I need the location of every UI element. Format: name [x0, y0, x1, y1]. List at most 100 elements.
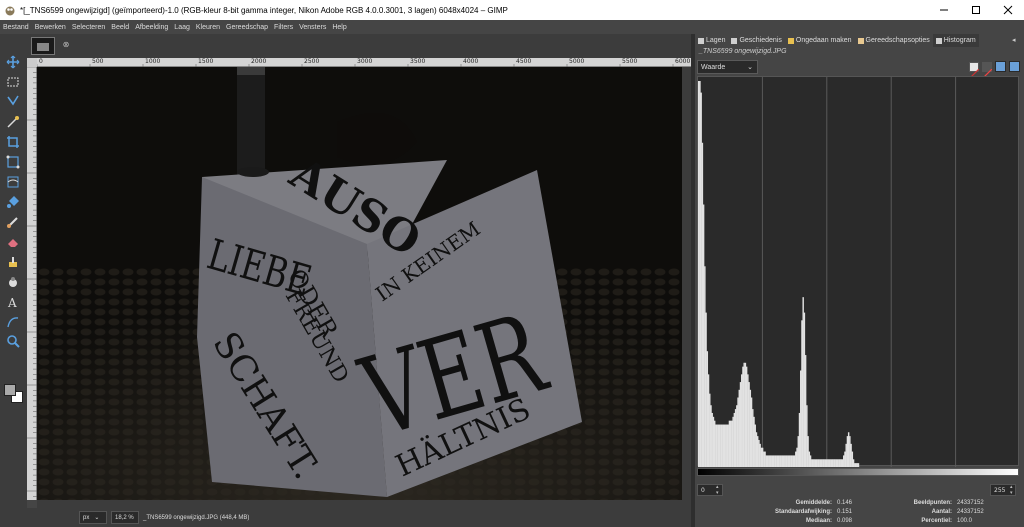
ruler-label: 4500: [516, 58, 532, 65]
minimize-button[interactable]: [928, 0, 960, 20]
histogram-bar: [709, 393, 711, 467]
gimp-window: *[_TNS6599 ongewijzigd] (geïmporteerd)-1…: [0, 0, 1024, 527]
histogram-bar: [839, 459, 841, 467]
menu-help[interactable]: Help: [332, 24, 346, 31]
zoom-icon[interactable]: [5, 333, 21, 349]
histogram-bar: [711, 412, 713, 467]
rect-select-icon[interactable]: [5, 74, 21, 90]
title-bar: *[_TNS6599 ongewijzigd] (geïmporteerd)-1…: [0, 0, 1024, 20]
histogram-bar: [759, 443, 761, 467]
histogram-bar: [782, 455, 785, 467]
tab-histogram[interactable]: Histogram: [932, 34, 979, 47]
value-gradient-bar: [697, 468, 1019, 476]
fuzzy-select-icon[interactable]: [5, 114, 21, 130]
tab-lagen[interactable]: Lagen: [695, 34, 728, 47]
move-tool-icon[interactable]: [5, 54, 21, 70]
menu-laag[interactable]: Laag: [174, 24, 190, 31]
histogram-bar: [774, 455, 776, 467]
foreground-color-swatch[interactable]: [4, 384, 16, 396]
menu-kleuren[interactable]: Kleuren: [196, 24, 220, 31]
range-low-spin-icon[interactable]: ▴ ▾: [716, 484, 722, 496]
histogram-bar: [852, 459, 855, 467]
histogram-bar: [715, 424, 717, 467]
bucket-fill-icon[interactable]: [5, 194, 21, 210]
color-swatches[interactable]: [4, 384, 24, 404]
menu-bewerken[interactable]: Bewerken: [35, 24, 66, 31]
menu-filters[interactable]: Filters: [274, 24, 293, 31]
free-select-icon[interactable]: [5, 93, 21, 109]
linear-histogram-icon[interactable]: [969, 62, 980, 79]
tab-label: Ongedaan maken: [795, 37, 852, 44]
menu-afbeelding[interactable]: Afbeelding: [135, 24, 168, 31]
image-thumbnail[interactable]: [31, 37, 55, 55]
histogram-bar: [797, 436, 799, 467]
histogram-bar: [855, 463, 857, 467]
ruler-label: 0: [39, 58, 43, 65]
tab-gereedschapsopties[interactable]: Gereedschapsopties: [855, 34, 933, 47]
status-bar: px ⌄ 18,2 % _TNS6599 ongewijzigd.JPG (448…: [27, 508, 691, 527]
ruler-label: 2500: [304, 58, 320, 65]
minimize-icon: [940, 9, 948, 11]
histogram-icon: [935, 37, 942, 44]
histogram-bar: [812, 459, 814, 467]
menu-vensters[interactable]: Vensters: [299, 24, 326, 31]
logarithmic-histogram-icon[interactable]: [982, 62, 993, 79]
histogram-bar: [854, 463, 856, 467]
histogram-view-icon[interactable]: [995, 61, 1006, 72]
histogram-bar: [818, 459, 820, 467]
window-title: *[_TNS6599 ongewijzigd] (geïmporteerd)-1…: [20, 5, 508, 15]
status-file-info: _TNS6599 ongewijzigd.JPG (448,4 MB): [143, 514, 250, 521]
menu-selecteren[interactable]: Selecteren: [72, 24, 105, 31]
ruler-label: 500: [92, 58, 104, 65]
dock-menu-icon[interactable]: ◂: [1012, 36, 1020, 44]
image-canvas[interactable]: AUSO LIEBE ODER FREUND SCHAFT. IN KEINEM…: [37, 67, 691, 500]
histogram-bar: [736, 405, 738, 467]
histogram-bar: [737, 397, 739, 467]
zoom-select[interactable]: 18,2 %: [111, 511, 139, 524]
histogram-bar: [798, 412, 801, 467]
stat-label-pixels: Beeldpunten:: [913, 500, 952, 506]
menu-beeld[interactable]: Beeld: [111, 24, 129, 31]
tab-ongedaan-maken[interactable]: Ongedaan maken: [785, 34, 855, 47]
eraser-icon[interactable]: [5, 234, 21, 250]
crop-icon[interactable]: [5, 134, 21, 150]
pole-hole: [237, 167, 269, 177]
clone-icon[interactable]: [5, 254, 21, 270]
histogram-bar: [750, 397, 753, 467]
channel-select[interactable]: Waarde ⌄: [697, 60, 758, 74]
vertical-scrollbar[interactable]: [682, 67, 691, 500]
image-tab-close-icon[interactable]: ⊗: [61, 40, 71, 50]
histogram-bar: [823, 459, 825, 467]
histogram-bar: [827, 459, 829, 467]
stat-label-median: Mediaan:: [805, 518, 832, 524]
horizontal-scrollbar[interactable]: [37, 500, 691, 508]
range-high-spin-icon[interactable]: ▴ ▾: [1010, 484, 1016, 496]
ruler-label: 6000: [675, 58, 691, 65]
undo-history-icon: [787, 37, 794, 44]
maximize-button[interactable]: [960, 0, 992, 20]
histogram-bar: [843, 455, 845, 467]
histogram-bar: [704, 266, 706, 467]
menu-gereedschap[interactable]: Gereedschap: [226, 24, 268, 31]
histogram-bar: [731, 420, 733, 467]
close-button[interactable]: [992, 0, 1024, 20]
histogram-save-icon[interactable]: [1009, 61, 1020, 72]
warp-transform-icon[interactable]: [5, 174, 21, 190]
smudge-icon[interactable]: [5, 274, 21, 290]
text-icon[interactable]: A: [5, 294, 21, 310]
stat-value-count: 24337152: [957, 509, 984, 515]
unit-select[interactable]: px ⌄: [79, 511, 107, 524]
unit-value: px: [83, 514, 90, 521]
menu-bestand[interactable]: Bestand: [3, 24, 29, 31]
tab-geschiedenis[interactable]: Geschiedenis: [728, 34, 784, 47]
histogram-bar: [744, 362, 747, 467]
paintbrush-icon[interactable]: [5, 214, 21, 230]
histogram-bar: [806, 405, 808, 467]
histogram-bar: [804, 355, 807, 467]
toolbox: A: [0, 34, 27, 527]
path-icon[interactable]: [5, 314, 21, 330]
histogram-bar: [752, 409, 754, 467]
histogram-bar: [775, 455, 777, 467]
histogram-bar: [780, 455, 782, 467]
unified-transform-icon[interactable]: [5, 154, 21, 170]
